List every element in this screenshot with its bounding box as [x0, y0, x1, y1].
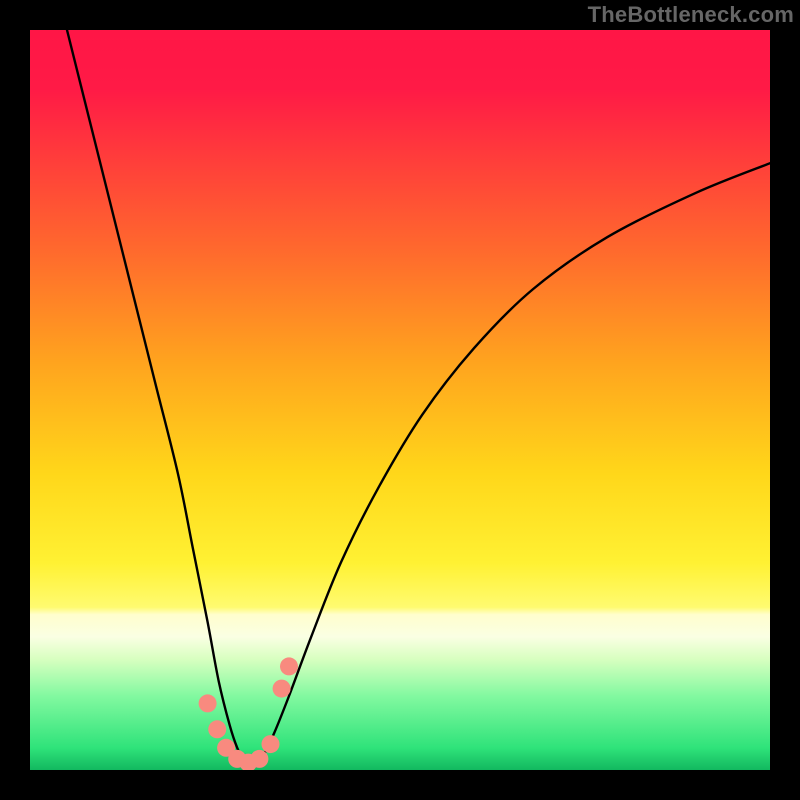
marker-point	[208, 720, 226, 738]
watermark: TheBottleneck.com	[588, 2, 794, 28]
bottleneck-chart	[0, 0, 800, 800]
marker-point	[262, 735, 280, 753]
marker-point	[280, 657, 298, 675]
marker-point	[199, 694, 217, 712]
plot-area	[30, 30, 770, 770]
marker-point	[250, 750, 268, 768]
marker-point	[273, 680, 291, 698]
